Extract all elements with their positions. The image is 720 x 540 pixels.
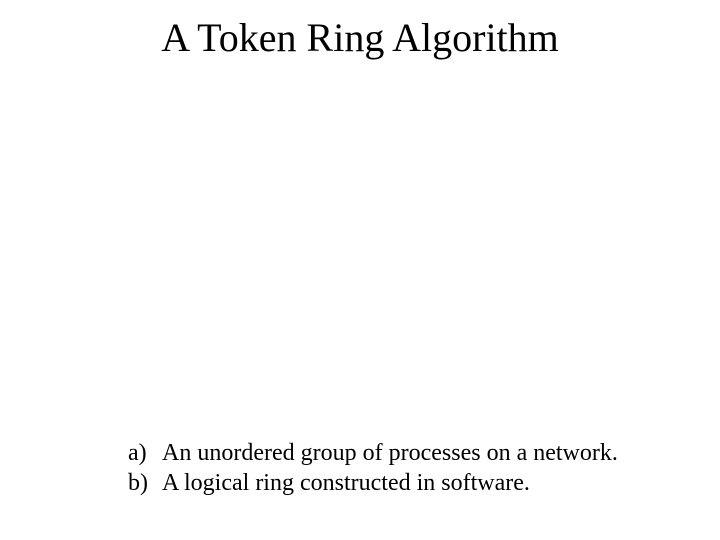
list-marker-b: b) [128, 468, 162, 498]
list-item: b) A logical ring constructed in softwar… [128, 468, 618, 498]
list-text-b: A logical ring constructed in software. [162, 468, 530, 498]
list-text-a: An unordered group of processes on a net… [162, 438, 618, 468]
list-marker-a: a) [128, 438, 162, 468]
caption-list: a) An unordered group of processes on a … [128, 438, 618, 498]
list-item: a) An unordered group of processes on a … [128, 438, 618, 468]
slide-title: A Token Ring Algorithm [0, 14, 720, 61]
slide: A Token Ring Algorithm a) An unordered g… [0, 0, 720, 540]
